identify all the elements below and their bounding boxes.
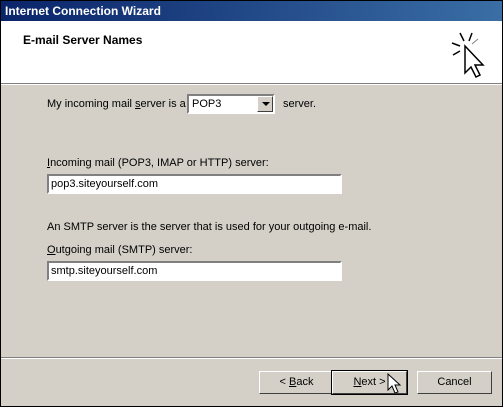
smtp-note: An SMTP server is the server that is use… xyxy=(47,221,372,233)
server-type-value: POP3 xyxy=(192,98,222,110)
server-suffix-label: server. xyxy=(283,98,317,110)
incoming-server-label: Incoming mail (POP3, IMAP or HTTP) serve… xyxy=(47,157,269,169)
chevron-down-icon[interactable] xyxy=(257,96,273,112)
page-title: E-mail Server Names xyxy=(23,33,143,47)
wizard-window: Internet Connection Wizard E-mail Server… xyxy=(0,0,503,407)
outgoing-server-field[interactable]: smtp.siteyourself.com xyxy=(47,261,342,281)
outgoing-server-label: Outgoing mail (SMTP) server: xyxy=(47,244,193,256)
wizard-sparkle-cursor-icon xyxy=(451,32,485,79)
footer-divider-highlight xyxy=(1,358,502,359)
cancel-button[interactable]: Cancel xyxy=(417,371,492,394)
window-title: Internet Connection Wizard xyxy=(5,4,161,18)
wizard-header: E-mail Server Names xyxy=(1,21,502,84)
header-divider xyxy=(1,84,502,85)
incoming-type-label: My incoming mail server is a xyxy=(47,98,186,110)
title-bar: Internet Connection Wizard xyxy=(1,1,502,21)
incoming-server-field[interactable]: pop3.siteyourself.com xyxy=(47,174,342,194)
server-type-select[interactable]: POP3 xyxy=(187,94,275,114)
back-button[interactable]: < Back xyxy=(259,371,334,394)
mouse-cursor-icon xyxy=(387,373,402,394)
